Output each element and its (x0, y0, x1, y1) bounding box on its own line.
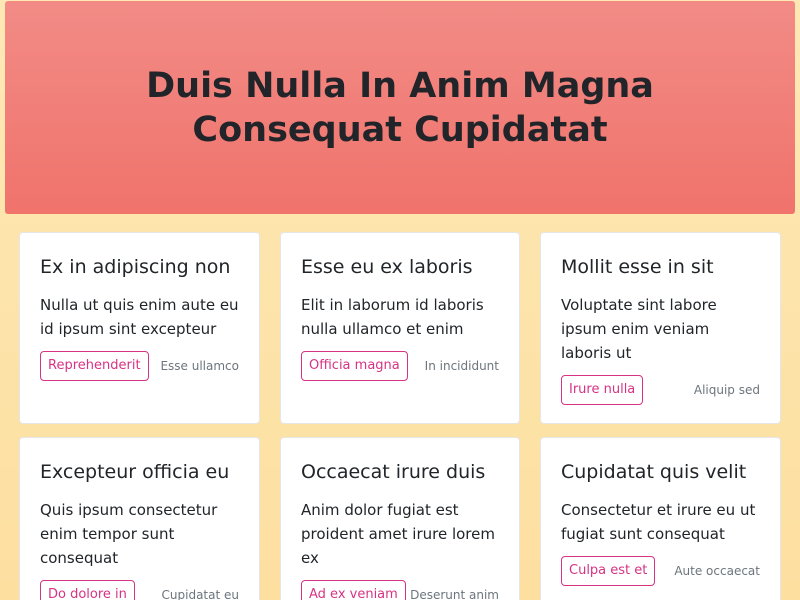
card-footer: Ad ex veniam Deserunt anim (301, 580, 499, 600)
card: Esse eu ex laboris Elit in laborum id la… (280, 232, 520, 424)
card-action-button[interactable]: Irure nulla (561, 375, 644, 405)
card-title: Excepteur officia eu (40, 461, 230, 483)
card-footer: Irure nulla Aliquip sed (561, 375, 760, 405)
card: Excepteur officia eu Quis ipsum consecte… (19, 437, 260, 600)
card-action-button[interactable]: Reprehenderit (40, 351, 149, 381)
card-text: Anim dolor fugiat est proident amet irur… (301, 501, 495, 567)
card-footer: Reprehenderit Esse ullamco (40, 351, 239, 381)
hero-banner: Duis Nulla In Anim Magna Consequat Cupid… (5, 1, 795, 214)
card-footer: Do dolore in Cupidatat eu (40, 580, 239, 600)
card: Occaecat irure duis Anim dolor fugiat es… (280, 437, 520, 600)
card-action-button[interactable]: Officia magna (301, 351, 408, 381)
card-title: Ex in adipiscing non (40, 256, 231, 278)
card-meta: Deserunt anim (410, 588, 499, 600)
card: Ex in adipiscing non Nulla ut quis enim … (19, 232, 260, 424)
card-text: Nulla ut quis enim aute eu id ipsum sint… (40, 296, 239, 338)
card: Cupidatat quis velit Consectetur et irur… (540, 437, 781, 600)
card-text: Quis ipsum consectetur enim tempor sunt … (40, 501, 218, 567)
card-action-button[interactable]: Culpa est et (561, 556, 656, 586)
card-action-button[interactable]: Do dolore in (40, 580, 135, 600)
hero-title: Duis Nulla In Anim Magna Consequat Cupid… (146, 65, 654, 150)
card-title: Cupidatat quis velit (561, 461, 747, 483)
card-text: Consectetur et irure eu ut fugiat sunt c… (561, 501, 756, 543)
card-footer: Officia magna In incididunt (301, 351, 499, 381)
card-text: Elit in laborum id laboris nulla ullamco… (301, 296, 484, 338)
card-action-button[interactable]: Ad ex veniam (301, 580, 406, 600)
card-text: Voluptate sint labore ipsum enim veniam … (561, 296, 717, 362)
card-title: Occaecat irure duis (301, 461, 486, 483)
card-meta: In incididunt (424, 359, 499, 373)
card-meta: Esse ullamco (160, 359, 239, 373)
card-title: Mollit esse in sit (561, 256, 714, 278)
card-footer: Culpa est et Aute occaecat (561, 556, 760, 586)
card-meta: Aute occaecat (674, 564, 760, 578)
card: Mollit esse in sit Voluptate sint labore… (540, 232, 781, 424)
card-meta: Aliquip sed (693, 383, 760, 397)
card-grid: Ex in adipiscing non Nulla ut quis enim … (19, 232, 781, 600)
card-title: Esse eu ex laboris (301, 256, 473, 278)
card-meta: Cupidatat eu (161, 588, 239, 600)
